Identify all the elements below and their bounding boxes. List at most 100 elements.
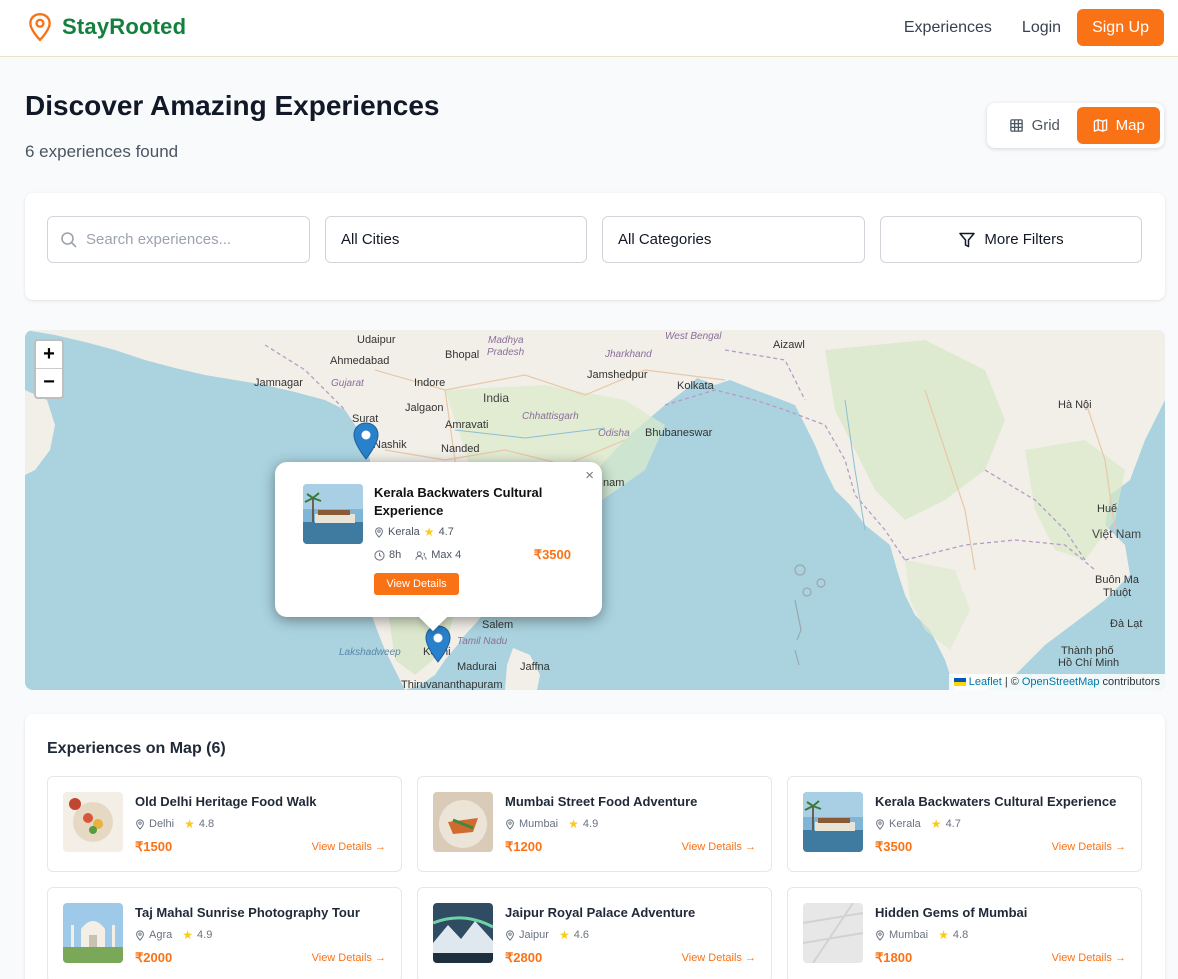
experience-thumbnail [803, 792, 863, 852]
experience-location-text: Mumbai [889, 929, 929, 941]
brand-logo[interactable]: StayRooted [27, 12, 186, 42]
popup-title: Kerala Backwaters Cultural Experience [374, 485, 543, 518]
map-pin-icon [29, 12, 51, 42]
experience-card[interactable]: Jaipur Royal Palace Adventure Jaipur ★ 4.6 ₹… [417, 887, 772, 979]
map-marker-icon[interactable] [425, 625, 451, 663]
experience-title: Jaipur Royal Palace Adventure [505, 905, 696, 920]
category-select[interactable]: All Categories [602, 216, 865, 263]
signup-button[interactable]: Sign Up [1077, 9, 1164, 46]
location-pin-icon [506, 818, 514, 830]
map-label-madhya: Madhya [488, 335, 524, 346]
experience-map[interactable]: Udaipur Ahmedabad Jamnagar Gujarat Bhopa… [25, 330, 1165, 690]
experience-location: Mumbai ★ 4.9 [505, 817, 598, 831]
map-label-hcm-1: Thành phố [1061, 645, 1114, 657]
city-select-value: All Cities [341, 231, 400, 248]
openstreetmap-link[interactable]: OpenStreetMap [1022, 676, 1100, 688]
popup-meta: 8h Max 4 [374, 549, 461, 561]
experience-price: ₹2000 [135, 950, 173, 965]
page-title: Discover Amazing Experiences [25, 90, 440, 121]
map-label-nanded: Nanded [441, 443, 480, 455]
map-label-bhubaneswar: Bhubaneswar [645, 427, 713, 439]
experience-location: Jaipur ★ 4.6 [505, 928, 589, 942]
map-zoom-control: + − [34, 339, 64, 399]
zoom-out-button[interactable]: − [36, 369, 62, 397]
zoom-in-button[interactable]: + [36, 341, 62, 369]
location-pin-icon [136, 818, 144, 830]
view-details-link[interactable]: View Details → [682, 841, 756, 853]
filter-icon [959, 232, 976, 247]
experience-title: Taj Mahal Sunrise Photography Tour [135, 905, 360, 920]
view-details-link[interactable]: View Details → [682, 952, 756, 964]
experience-card[interactable]: Hidden Gems of Mumbai Mumbai ★ 4.8 ₹1800 View… [787, 887, 1142, 979]
experience-title: Old Delhi Heritage Food Walk [135, 794, 317, 809]
top-header: StayRooted Experiences Login Sign Up [0, 0, 1178, 57]
experience-title: Hidden Gems of Mumbai [875, 905, 1028, 920]
map-label-jaffna: Jaffna [520, 661, 550, 673]
experience-card[interactable]: Old Delhi Heritage Food Walk Delhi ★ 4.8 ₹15… [47, 776, 402, 872]
popup-duration: 8h [389, 549, 402, 561]
map-label-udaipur: Udaipur [357, 334, 396, 346]
map-label-hcm-2: Hồ Chí Minh [1058, 657, 1120, 669]
experience-title: Mumbai Street Food Adventure [505, 794, 698, 809]
experience-card[interactable]: Kerala Backwaters Cultural Experience Ker… [787, 776, 1142, 872]
map-label-dalat: Đà Lạt [1110, 618, 1143, 630]
map-label-indore: Indore [414, 377, 446, 389]
map-label-pradesh: Pradesh [487, 347, 525, 358]
ukraine-flag-icon [953, 678, 966, 686]
map-label-kolkata: Kolkata [677, 380, 714, 392]
experience-price: ₹1200 [505, 839, 543, 854]
map-label-chhattisgarh: Chhattisgarh [522, 411, 579, 422]
map-label-nam: nam [603, 477, 625, 489]
search-input[interactable]: Search experiences... [47, 216, 310, 263]
map-label-jamshedpur: Jamshedpur [587, 369, 648, 381]
map-label-bhopal: Bhopal [445, 349, 480, 361]
leaflet-link[interactable]: Leaflet [969, 676, 1002, 688]
experience-location: Agra ★ 4.9 [135, 928, 212, 942]
experience-location-text: Jaipur [519, 929, 549, 941]
map-label-buonmathuot-1: Buôn Ma [1095, 574, 1140, 586]
star-icon: ★ [930, 817, 942, 831]
popup-rating: 4.7 [438, 526, 454, 538]
map-label-salem: Salem [482, 619, 514, 631]
experience-thumbnail [433, 792, 493, 852]
grid-view-button[interactable]: Grid [991, 107, 1077, 144]
map-icon [1093, 119, 1107, 132]
experience-rating: 4.8 [952, 929, 969, 941]
experience-thumbnail [803, 903, 863, 963]
map-label-jamnagar: Jamnagar [254, 377, 303, 389]
experience-price: ₹1800 [875, 950, 913, 965]
view-details-link[interactable]: View Details → [1052, 841, 1126, 853]
map-marker-icon[interactable] [353, 422, 379, 460]
map-popup: × Kerala Backwaters Cultural Experience … [275, 462, 602, 632]
attribution-separator: | © [1004, 676, 1019, 688]
view-details-link[interactable]: View Details → [312, 841, 386, 853]
experience-card[interactable]: Taj Mahal Sunrise Photography Tour Agra ★ 4… [47, 887, 402, 979]
experience-thumbnail [433, 903, 493, 963]
map-label-hue: Huế [1097, 503, 1118, 515]
popup-location: Kerala ★ 4.7 [374, 525, 454, 539]
star-icon: ★ [184, 817, 195, 831]
more-filters-button[interactable]: More Filters [880, 216, 1142, 263]
nav-login-link[interactable]: Login [1022, 19, 1061, 37]
map-label-buonmathuot-2: Thuột [1103, 587, 1132, 599]
popup-view-details-button[interactable]: View Details [374, 573, 459, 595]
list-title: Experiences on Map (6) [47, 740, 226, 757]
nav-experiences-link[interactable]: Experiences [904, 19, 992, 37]
filter-bar: Search experiences... All Cities All Cat… [25, 193, 1165, 300]
experience-card[interactable]: Mumbai Street Food Adventure Mumbai ★ 4.9 ₹1… [417, 776, 772, 872]
popup-location-text: Kerala [388, 526, 420, 538]
search-placeholder: Search experiences... [86, 231, 232, 248]
map-label-jalgaon: Jalgaon [405, 402, 444, 414]
map-label-odisha: Odisha [598, 428, 630, 439]
experience-rating: 4.9 [582, 818, 599, 830]
map-label-india: India [483, 391, 510, 405]
grid-view-label: Grid [1031, 117, 1060, 134]
city-select[interactable]: All Cities [325, 216, 587, 263]
view-details-link[interactable]: View Details → [312, 952, 386, 964]
map-view-button[interactable]: Map [1077, 107, 1160, 144]
popup-close-button[interactable]: × [585, 467, 594, 484]
view-details-link[interactable]: View Details → [1052, 952, 1126, 964]
main-nav: Experiences Login Sign Up [904, 9, 1164, 46]
location-pin-icon [506, 929, 514, 941]
location-pin-icon [136, 929, 144, 941]
